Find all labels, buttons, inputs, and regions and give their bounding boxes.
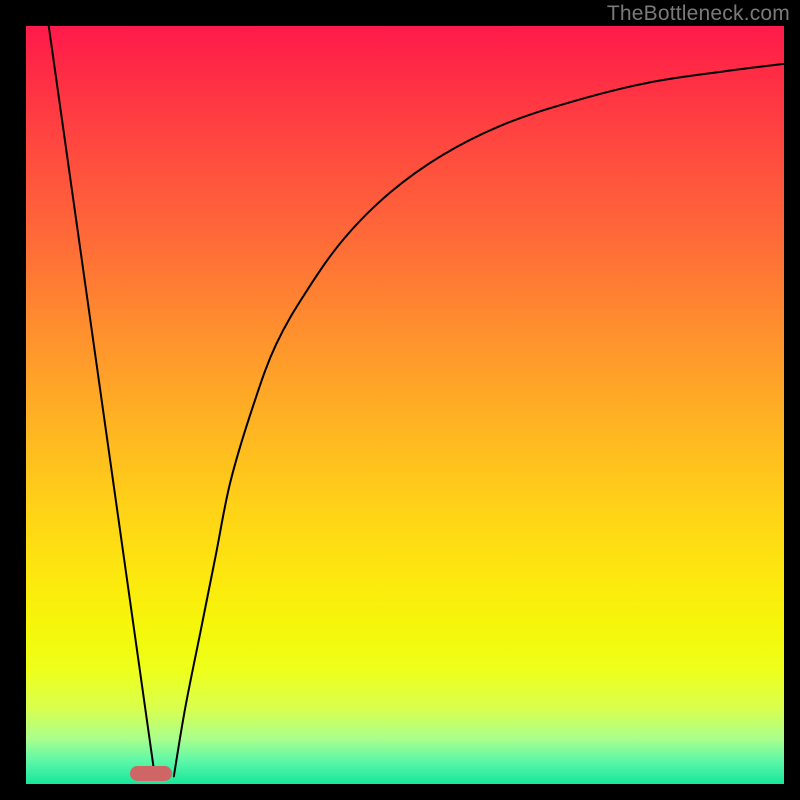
curve-layer [26, 26, 784, 784]
watermark-text: TheBottleneck.com [607, 2, 790, 26]
series-left-line [49, 26, 155, 776]
plot-area [26, 26, 784, 784]
chart-frame: TheBottleneck.com [0, 0, 800, 800]
series-right-curve [174, 64, 784, 777]
min-marker-badge [130, 766, 172, 781]
